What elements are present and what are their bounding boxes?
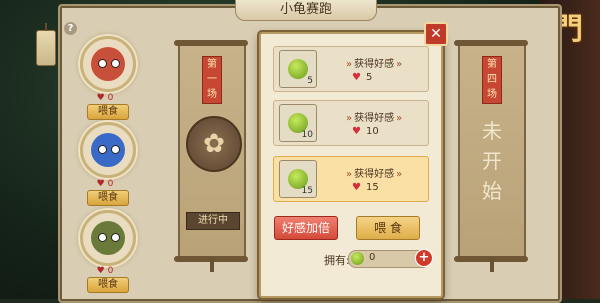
gain-label: 获得好感 (344, 165, 404, 180)
scroll-rod (174, 40, 248, 46)
panel-title: 小龟赛跑 (235, 0, 377, 21)
eye-icon (111, 233, 120, 242)
race-scroll-4[interactable]: 第四场 未开始 (454, 40, 528, 272)
owned-fruit-counter: 0 + (348, 249, 433, 268)
fruit-count: 5 (307, 76, 313, 86)
close-icon[interactable]: ✕ (424, 22, 448, 46)
race-tag-4: 第四场 (482, 56, 502, 104)
feed-button[interactable]: 喂 食 (356, 216, 420, 240)
flower-emblem-icon: ✿ (186, 116, 242, 172)
turtle-avatar-blue[interactable] (80, 122, 136, 178)
owned-fruit-value: 0 (369, 252, 376, 263)
lantern-icon (36, 23, 56, 66)
turtle-face (91, 221, 125, 255)
fruit-slot: 5 (279, 50, 317, 88)
help-icon[interactable]: ? (64, 22, 77, 35)
heart-value: 15 (366, 182, 379, 193)
race-scroll-1[interactable]: 第一场 ✿ 进行中 (174, 40, 248, 272)
heart-icon: ♥ (352, 126, 361, 137)
heart-value: 10 (366, 126, 379, 137)
fruit-slot: 10 (279, 104, 317, 142)
fruit-slot: 15 (279, 160, 317, 198)
feed-button-red[interactable]: 喂食 (87, 104, 129, 120)
eye-icon (98, 233, 107, 242)
feed-option-3[interactable]: 15 获得好感 ♥ 15 (273, 156, 429, 202)
feed-option-2[interactable]: 10 获得好感 ♥ 10 (273, 100, 429, 146)
heart-value: 5 (366, 72, 373, 83)
turtle-avatar-green[interactable] (80, 210, 136, 266)
turtle-face (91, 47, 125, 81)
eye-icon (98, 145, 107, 154)
fruit-icon (288, 59, 308, 79)
feed-button-green[interactable]: 喂食 (87, 277, 129, 293)
tassel-icon (210, 258, 214, 272)
scroll-rod (454, 40, 528, 46)
eye-icon (98, 59, 107, 68)
turtle-face (91, 133, 125, 167)
fruit-icon (351, 252, 364, 265)
heart-icon: ♥ (352, 182, 361, 193)
fruit-count: 10 (301, 130, 313, 140)
race-tag-1: 第一场 (202, 56, 222, 104)
own-label: 拥有: (324, 254, 350, 267)
turtle-avatar-red[interactable] (80, 36, 136, 92)
eye-icon (111, 59, 120, 68)
race-not-started: 未开始 (482, 119, 502, 203)
add-fruit-button[interactable]: + (415, 249, 433, 267)
feed-button-blue[interactable]: 喂食 (87, 190, 129, 206)
eye-icon (111, 145, 120, 154)
feed-option-1[interactable]: 5 获得好感 ♥ 5 (273, 46, 429, 92)
heart-icon: ♥ (352, 72, 361, 83)
double-affection-button[interactable]: 好感加倍 (274, 216, 338, 240)
gain-label: 获得好感 (344, 55, 404, 70)
gain-label: 获得好感 (344, 109, 404, 124)
fruit-count: 15 (301, 186, 313, 196)
race-status-1: 进行中 (186, 212, 240, 230)
tassel-icon (490, 258, 494, 272)
